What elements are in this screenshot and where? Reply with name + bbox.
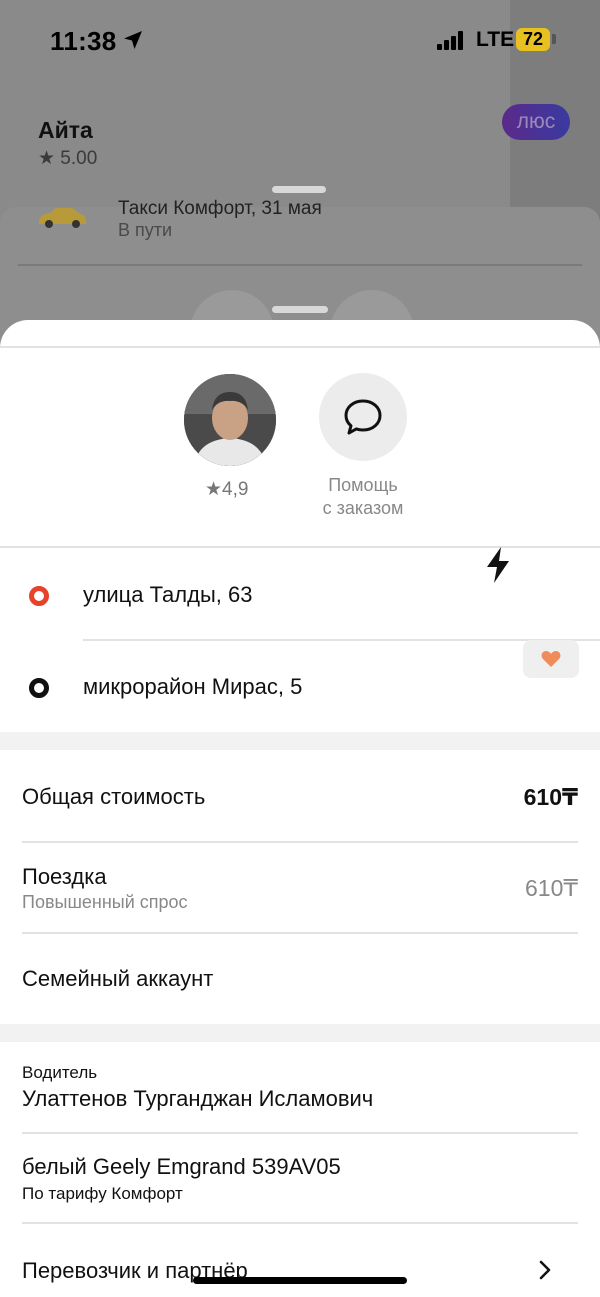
plus-label: люс (516, 110, 556, 133)
order-status: В пути (118, 220, 173, 240)
route-from-address: улица Талды, 63 (83, 582, 253, 607)
help-label-line: Помощь (328, 475, 398, 495)
battery-level: 72 (522, 29, 544, 49)
signal-icon (437, 30, 467, 50)
help-label[interactable]: Помощь с заказом (300, 474, 426, 520)
trip-sublabel: Повышенный спрос (22, 892, 188, 912)
network-type: LTE (476, 28, 515, 51)
chat-bubble-icon (344, 399, 382, 435)
heart-icon (541, 651, 561, 667)
divider (22, 932, 578, 934)
lightning-icon (487, 547, 509, 583)
driver-caption: Водитель (22, 1063, 98, 1082)
divider (22, 841, 578, 843)
battery-tip (552, 34, 556, 44)
total-cost-label: Общая стоимость (22, 784, 206, 809)
section-gap (0, 1024, 600, 1042)
trip-value: 610₸ (524, 875, 578, 901)
chevron-right-icon (539, 1260, 551, 1280)
help-button[interactable] (319, 373, 407, 461)
divider (22, 1222, 578, 1224)
trip-label: Поездка (22, 864, 107, 889)
order-title[interactable]: Такси Комфорт, 31 мая (118, 198, 322, 220)
route-point-to[interactable]: микрорайон Мирас, 5 (0, 642, 600, 730)
driver-name: Улаттенов Турганджан Исламович (22, 1086, 374, 1111)
driver-photo (184, 374, 276, 466)
car-description: белый Geely Emgrand 539AV05 (22, 1154, 341, 1179)
route-to-address: микрорайон Мирас, 5 (83, 674, 303, 699)
family-account-label: Семейный аккаунт (22, 966, 214, 991)
profile-rating: ★ 5.00 (38, 148, 98, 169)
family-badge (523, 640, 579, 678)
help-label-line: с заказом (322, 498, 404, 518)
total-cost-value: 610₸ (523, 784, 578, 810)
divider (83, 639, 600, 641)
divider (18, 264, 582, 266)
sheet-handle[interactable] (272, 186, 326, 193)
location-arrow-icon (124, 31, 142, 49)
status-bar: 11:38 LTE 72 (0, 0, 600, 80)
status-time: 11:38 (50, 26, 117, 56)
sheet-handle[interactable] (272, 306, 328, 313)
profile-name[interactable]: Айта (38, 117, 93, 144)
section-gap (0, 732, 600, 750)
route-end-dot-icon (29, 678, 49, 698)
divider (22, 1132, 578, 1134)
order-details-sheet: ★4,9 Помощь с заказом улица Талды, 63 ми… (0, 320, 600, 1297)
plus-badge[interactable]: люс (502, 104, 570, 140)
divider (0, 346, 600, 348)
route-start-dot-icon (29, 586, 49, 606)
tariff-label: По тарифу Комфорт (22, 1184, 183, 1203)
driver-rating: ★4,9 (205, 479, 249, 500)
driver-avatar[interactable] (184, 374, 276, 466)
taxi-car-icon (39, 208, 86, 228)
battery-icon: 72 (516, 28, 550, 51)
home-indicator[interactable] (193, 1277, 407, 1284)
